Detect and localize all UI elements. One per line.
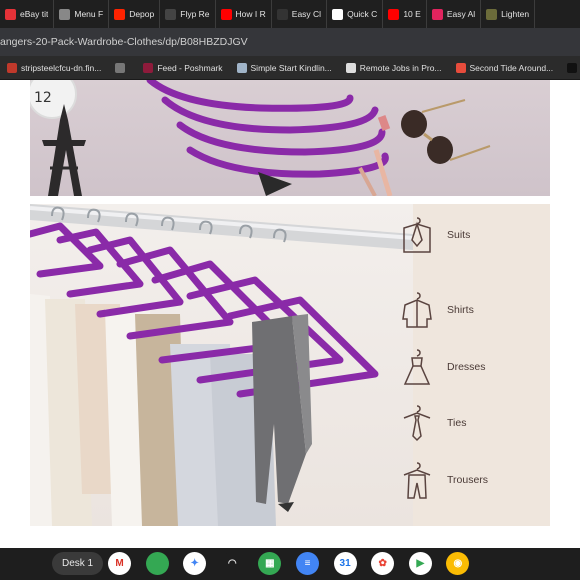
- address-bar[interactable]: angers-20-Pack-Wardrobe-Clothes/dp/B08HB…: [0, 28, 580, 56]
- category-suits: Suits: [400, 213, 520, 257]
- category-label: Suits: [447, 229, 471, 241]
- tab-favicon: [431, 8, 443, 20]
- trousers-icon: [400, 460, 434, 500]
- bookmark-favicon: [345, 62, 356, 73]
- bookmark-label: Simple Start Kindlin...: [250, 62, 332, 73]
- browser-tab[interactable]: Depop: [109, 0, 161, 28]
- browser-tab[interactable]: Flyp Re: [160, 0, 216, 28]
- browser-tab[interactable]: 10 E: [383, 0, 427, 28]
- page-content: 12 Suits Shirts Dresses Ties Trousers: [0, 80, 580, 548]
- tab-label: Depop: [129, 9, 155, 19]
- dress-icon: [400, 347, 434, 387]
- browser-tab[interactable]: Easy Al: [427, 0, 482, 28]
- bookmark-item[interactable]: Simple Start Kindlin...: [230, 62, 339, 73]
- play-store-icon[interactable]: ▶: [408, 552, 432, 575]
- bookmark-favicon: [143, 62, 154, 73]
- flatlay-illustration: 12: [30, 80, 491, 196]
- assistant-icon[interactable]: ✦: [183, 552, 207, 575]
- browser-tab[interactable]: How I R: [216, 0, 272, 28]
- tab-label: Lighten: [501, 9, 530, 19]
- category-list: Suits Shirts Dresses Ties Trousers: [400, 204, 520, 526]
- tab-favicon: [114, 8, 126, 20]
- suit-icon: [400, 215, 434, 255]
- cast-icon[interactable]: ◠: [220, 552, 244, 575]
- tab-favicon: [220, 8, 232, 20]
- product-image-flatlay: 12: [30, 80, 550, 196]
- browser-tab[interactable]: Menu F: [54, 0, 110, 28]
- tab-favicon: [486, 8, 498, 20]
- tab-label: Easy Cl: [291, 9, 322, 19]
- tab-label: How I R: [235, 9, 266, 19]
- bookmark-item[interactable]: stripsteelcfcu-dn.fin...: [0, 62, 108, 73]
- calendar-icon[interactable]: 31: [333, 552, 357, 575]
- tab-favicon: [5, 8, 16, 20]
- tab-label: Quick C: [347, 9, 378, 19]
- bookmark-label: Remote Jobs in Pro...: [359, 62, 442, 73]
- tab-strip: eBay tit Menu F Depop Flyp Re How I R Easy Cl…: [0, 0, 580, 28]
- category-label: Shirts: [447, 304, 474, 316]
- tab-favicon: [276, 8, 288, 20]
- bookmark-label: Second Tide Around...: [469, 62, 554, 73]
- bookmark-item[interactable]: [108, 62, 136, 73]
- tab-label: Flyp Re: [180, 9, 210, 19]
- address-bar-url[interactable]: angers-20-Pack-Wardrobe-Clothes/dp/B08HB…: [0, 36, 248, 48]
- rack-photo: [30, 204, 421, 526]
- bookmark-favicon: [7, 62, 17, 73]
- docs-icon[interactable]: ≡: [296, 552, 319, 575]
- category-dresses: Dresses: [400, 345, 520, 389]
- bookmark-favicon: [115, 62, 126, 73]
- bookmarks-bar: stripsteelcfcu-dn.fin... Feed - Poshmark S…: [0, 56, 580, 80]
- bookmark-favicon: [236, 62, 247, 73]
- browser-tab[interactable]: Quick C: [327, 0, 384, 28]
- desk-switcher-button[interactable]: Desk 1: [52, 552, 104, 575]
- category-label: Ties: [447, 417, 467, 429]
- tab-favicon: [388, 8, 400, 20]
- tab-label: 10 E: [403, 9, 421, 19]
- bookmark-item[interactable]: Remote Jobs in Pro...: [339, 62, 449, 73]
- bookmark-label: stripsteelcfcu-dn.fin...: [21, 62, 102, 73]
- category-shirts: Shirts: [400, 288, 520, 332]
- bookmark-item[interactable]: Purchase Who: [560, 62, 580, 73]
- browser-tab[interactable]: eBay tit: [0, 0, 55, 28]
- category-label: Dresses: [447, 361, 486, 373]
- rack-illustration: [30, 204, 421, 526]
- gmail-icon[interactable]: M: [108, 552, 131, 575]
- category-ties: Ties: [400, 401, 520, 445]
- shirt-icon: [400, 290, 434, 330]
- bookmark-item[interactable]: Second Tide Around...: [449, 62, 561, 73]
- browser-tab[interactable]: Easy Cl: [272, 0, 328, 28]
- svg-text:12: 12: [34, 90, 52, 106]
- tab-label: Easy Al: [446, 9, 476, 19]
- tab-label: eBay tit: [20, 9, 49, 19]
- tie-icon: [400, 403, 434, 443]
- bookmark-label: Feed - Poshmark: [157, 62, 223, 73]
- apps-icon[interactable]: ▦: [258, 552, 282, 575]
- tab-favicon: [165, 8, 177, 20]
- tab-favicon: [332, 8, 344, 20]
- os-shelf: Desk 1 M ✦ ◠ ▦ ≡ 31 ✿ ▶ ◉: [0, 548, 580, 580]
- tab-label: Menu F: [74, 9, 104, 19]
- tab-favicon: [59, 8, 71, 20]
- category-trousers: Trousers: [400, 458, 520, 502]
- bookmark-favicon: [455, 62, 466, 73]
- chrome-icon[interactable]: [145, 552, 169, 575]
- bookmark-item[interactable]: Feed - Poshmark: [136, 62, 229, 73]
- browser-tab[interactable]: Lighten: [481, 0, 536, 28]
- photos-icon[interactable]: ✿: [371, 552, 395, 575]
- bookmark-favicon: [567, 62, 578, 73]
- keep-icon[interactable]: ◉: [446, 552, 470, 575]
- category-label: Trousers: [447, 474, 489, 486]
